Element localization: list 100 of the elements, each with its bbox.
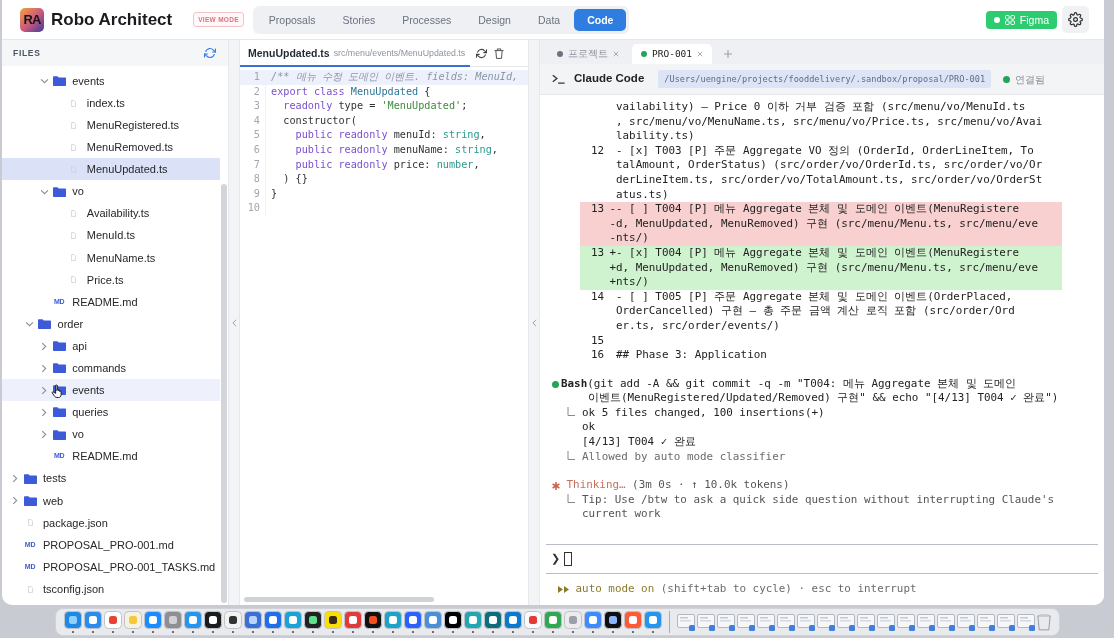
scrollbar-thumb[interactable]: [221, 184, 227, 603]
window-thumbnail[interactable]: [876, 612, 895, 631]
file-icon: [27, 519, 33, 527]
refresh-icon[interactable]: [476, 47, 488, 59]
line-number: 2: [240, 84, 266, 100]
app-icon[interactable]: [603, 610, 622, 633]
code-line: }: [270, 186, 279, 201]
collapse-handle-icon[interactable]: [531, 318, 537, 327]
window-thumbnail[interactable]: [1016, 612, 1035, 631]
window-thumbnail[interactable]: [676, 612, 695, 631]
app-icon[interactable]: [303, 610, 322, 633]
file-icon: [71, 165, 77, 173]
code-line: readonly type = 'MenuUpdated';: [282, 99, 469, 114]
nav-tab[interactable]: Processes: [389, 8, 465, 31]
window-thumbnail[interactable]: [836, 612, 855, 631]
app-icon[interactable]: [443, 610, 462, 633]
tree-item[interactable]: order: [2, 313, 220, 336]
settings-icon: [1068, 12, 1083, 27]
window-thumbnail[interactable]: [696, 612, 715, 631]
diff-line: +- [x] T004 [P] 메뉴 Aggregate 본체 및 도메인 이벤트(MenuRegistere +d, MenuUpdated, MenuRemoved) 구현 (src/menu/Menu.ts, src/menu/eve +nts/): [609, 245, 1038, 290]
chevron-right-icon[interactable]: [41, 363, 48, 373]
tree-item[interactable]: vo: [2, 180, 220, 203]
app-icon[interactable]: [323, 610, 342, 633]
window-thumbnail[interactable]: [916, 612, 935, 631]
asterisk-icon: [552, 481, 560, 490]
tree-item[interactable]: events: [2, 70, 220, 93]
settings-button[interactable]: [1062, 6, 1089, 33]
line-number: 9: [240, 186, 266, 202]
window-thumbnail[interactable]: [996, 612, 1015, 631]
branch-line-icon: [567, 406, 575, 416]
window-thumbnail[interactable]: [716, 612, 735, 631]
chevron-right-icon[interactable]: [12, 474, 18, 484]
tree-item[interactable]: vo: [2, 423, 220, 446]
tree-item[interactable]: package.json: [2, 511, 220, 534]
line-number: 7: [240, 157, 266, 173]
status-dot-icon: [552, 380, 559, 388]
tree-item[interactable]: tests: [2, 467, 220, 490]
cursor-icon: [564, 552, 573, 566]
folder-icon: [38, 319, 52, 330]
file-icon: [71, 99, 77, 107]
prompt-field[interactable]: ❯: [546, 544, 1098, 574]
nav-tab[interactable]: Stories: [329, 8, 389, 31]
tree-item[interactable]: MenuId.ts: [2, 224, 220, 247]
chevron-down-icon[interactable]: [39, 78, 49, 85]
tree-item[interactable]: MenuName.ts: [2, 246, 220, 269]
app-icon[interactable]: [223, 610, 242, 633]
nav-tab[interactable]: Data: [524, 8, 574, 31]
tree-item[interactable]: index.ts: [2, 92, 220, 115]
folder-icon: [52, 407, 66, 418]
nav-tab[interactable]: Code: [574, 8, 627, 31]
nav-tab[interactable]: Proposals: [255, 8, 329, 31]
chevron-down-icon[interactable]: [25, 321, 35, 328]
add-tab-icon[interactable]: [724, 50, 733, 58]
chevron-down-icon[interactable]: [39, 188, 49, 195]
tree-item[interactable]: Availability.ts: [2, 202, 220, 225]
window-thumbnail[interactable]: [776, 612, 795, 631]
tree-item[interactable]: api: [2, 335, 220, 358]
line-number: 3: [240, 99, 266, 114]
close-icon[interactable]: [613, 51, 619, 57]
window-thumbnail[interactable]: [756, 612, 775, 631]
nav-tab[interactable]: Design: [465, 8, 524, 31]
window-thumbnail[interactable]: [896, 612, 915, 631]
tree-item[interactable]: MenuRegistered.ts: [2, 114, 220, 137]
window-thumbnail[interactable]: [736, 612, 755, 631]
window-thumbnail[interactable]: [936, 612, 955, 631]
close-icon[interactable]: [697, 51, 704, 57]
tree-item[interactable]: commands: [2, 357, 220, 380]
note-text: Allowed by auto mode classifier: [582, 449, 786, 465]
app-icon[interactable]: [363, 610, 382, 633]
window-thumbnail[interactable]: [816, 612, 835, 631]
tree-item[interactable]: web: [2, 489, 220, 512]
folder-icon: [52, 341, 66, 352]
window-thumbnail[interactable]: [796, 612, 815, 631]
tree-item[interactable]: MenuRemoved.ts: [2, 136, 220, 159]
folder-icon: [52, 186, 66, 197]
line-number: 15: [589, 333, 604, 349]
scrollbar-thumb[interactable]: [244, 597, 434, 602]
editor-tab[interactable]: MenuUpdated.ts src/menu/events/MenuUpdated.ts: [240, 40, 471, 67]
chevron-right-icon[interactable]: [12, 496, 18, 506]
chevron-right-icon[interactable]: [41, 385, 48, 395]
folder-icon: [52, 429, 66, 440]
branch-line-icon: [567, 493, 575, 503]
window-thumbnail[interactable]: [956, 612, 975, 631]
tree-item[interactable]: MenuUpdated.ts: [2, 158, 220, 181]
terminal-tab[interactable]: PRO-001: [632, 44, 713, 64]
window-thumbnail[interactable]: [976, 612, 995, 631]
line-number: 8: [240, 172, 266, 187]
file-icon: [71, 254, 77, 262]
trash-icon[interactable]: [494, 47, 505, 59]
tree-item[interactable]: events: [2, 379, 220, 402]
chevron-right-icon[interactable]: [41, 430, 48, 440]
chevron-right-icon[interactable]: [41, 341, 48, 351]
tree-item[interactable]: queries: [2, 401, 220, 424]
window-thumbnail[interactable]: [856, 612, 875, 631]
collapse-handle-icon[interactable]: [231, 318, 237, 327]
line-number: 4: [240, 113, 266, 129]
app-icon[interactable]: [203, 610, 222, 633]
chevron-right-icon[interactable]: [41, 407, 48, 417]
tree-item[interactable]: tsconfig.json: [2, 578, 220, 601]
tree-item[interactable]: Price.ts: [2, 268, 220, 291]
